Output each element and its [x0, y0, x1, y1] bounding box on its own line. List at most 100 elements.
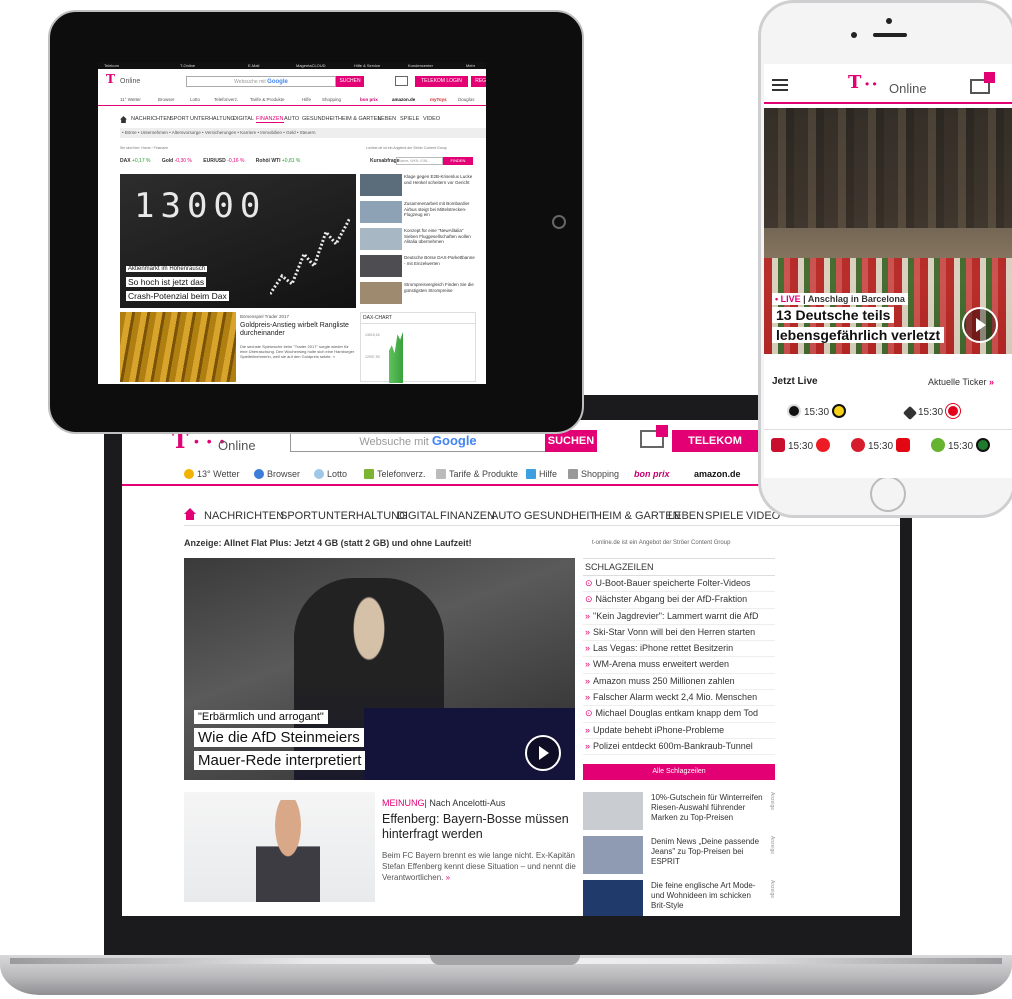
hamburger-menu-icon[interactable] — [772, 79, 788, 91]
headline-item[interactable]: » Falscher Alarm weckt 2,4 Mio. Menschen — [583, 690, 775, 707]
headline-item[interactable]: » Update behebt iPhone-Probleme — [583, 723, 775, 739]
nav-digital[interactable]: DIGITAL — [397, 510, 439, 522]
ticker-item[interactable]: DAX +0,17 % — [120, 158, 150, 164]
service-tarife[interactable]: Tarife & Produkte — [436, 469, 518, 479]
nav-auto[interactable]: AUTO — [491, 510, 521, 522]
nav-spiele[interactable]: SPIELE — [400, 116, 419, 122]
topbar-link[interactable]: Mehr — [466, 62, 475, 69]
service-hilfe[interactable]: Hilfe — [526, 469, 557, 479]
ticker-item[interactable]: EUR/USD -0,16 % — [203, 158, 244, 164]
service-hilfe[interactable]: Hilfe — [302, 97, 311, 102]
home-icon[interactable] — [184, 508, 196, 520]
amazon-link[interactable]: amazon.de — [392, 97, 415, 102]
promo-tchibo[interactable]: Die feine englische Art Mode- und Wohnid… — [583, 880, 775, 916]
headline-item[interactable]: ⊙ U-Boot-Bauer speicherte Folter-Videos — [583, 576, 775, 593]
nav-spiele[interactable]: SPIELE — [705, 510, 744, 522]
mail-icon[interactable] — [395, 76, 408, 86]
service-lotto[interactable]: Lotto — [314, 469, 347, 479]
hero-teaser[interactable]: "Erbärmlich und arrogant" Wie die AfD St… — [184, 558, 575, 780]
hero-teaser[interactable]: 13000 Aktienmarkt im Höhenrausch So hoch… — [120, 174, 356, 308]
search-button[interactable]: SUCHEN — [336, 76, 364, 87]
telekom-logo[interactable]: T — [106, 72, 115, 86]
all-headlines-button[interactable]: Alle Schlagzeilen — [583, 764, 775, 780]
kursabfrage-input[interactable]: Name, WKN, ISIN... — [396, 157, 443, 165]
headline-item[interactable]: » Ski-Star Vonn will bei den Herren start… — [583, 625, 775, 642]
topbar-link[interactable]: Hilfe & Service — [354, 62, 380, 69]
match-item[interactable]: 15:30 — [902, 404, 963, 421]
nav-finanzen[interactable]: FINANZEN — [256, 116, 284, 123]
play-icon[interactable] — [525, 735, 561, 771]
telekom-login-button[interactable]: TELEKOM LOGIN — [415, 76, 468, 87]
douglas-link[interactable]: Douglas — [458, 97, 475, 102]
play-icon[interactable] — [962, 307, 998, 343]
service-lotto[interactable]: Lotto — [190, 97, 200, 102]
nav-gesundheit[interactable]: GESUNDHEIT — [524, 510, 596, 522]
nav-heim-garten[interactable]: HEIM & GARTEN — [338, 116, 381, 122]
service-tarife[interactable]: Tarife & Produkte — [250, 97, 285, 102]
side-news-item[interactable]: Konzept für eine "NewAlitalia" Sieben Fl… — [360, 228, 476, 252]
mytoys-link[interactable]: myToys — [430, 97, 447, 102]
nav-gesundheit[interactable]: GESUNDHEIT — [302, 116, 338, 122]
gold-article-image[interactable] — [120, 312, 236, 382]
register-button[interactable]: REGISTRIEREN — [471, 76, 486, 87]
gold-article-title[interactable]: Goldpreis-Anstieg wirbelt Rangliste durc… — [240, 322, 356, 338]
article-more-icon[interactable]: » — [446, 873, 450, 882]
nav-unterhaltung[interactable]: UNTERHALTUNG — [190, 116, 235, 122]
amazon-link[interactable]: amazon.de — [694, 469, 741, 479]
nav-leben[interactable]: LEBEN — [378, 116, 396, 122]
topbar-link[interactable]: Kundencenter — [408, 62, 433, 69]
bonprix-link[interactable]: bon prix — [634, 469, 670, 479]
service-shopping[interactable]: Shopping — [322, 97, 341, 102]
nav-digital[interactable]: DIGITAL — [233, 116, 254, 122]
headline-item[interactable]: ⊙ Michael Douglas entkam knapp dem Tod — [583, 706, 775, 723]
headline-item[interactable]: ⊙ Nächster Abgang bei der AfD-Fraktion — [583, 592, 775, 609]
side-news-item[interactable]: Strompreisvergleich Finden Sie die günst… — [360, 282, 476, 306]
headline-item[interactable]: » Las Vegas: iPhone rettet Besitzerin — [583, 641, 775, 658]
match-item[interactable]: 15:30 — [784, 404, 849, 418]
phone-home-button[interactable] — [870, 476, 906, 512]
headline-item[interactable]: » WM-Arena muss erweitert werden — [583, 657, 775, 674]
article-title[interactable]: Effenberg: Bayern-Bosse müssen hinterfra… — [382, 812, 576, 842]
promo-esprit[interactable]: Denim News „Deine passende Jeans" zu Top… — [583, 836, 775, 874]
match-item[interactable]: 15:30 — [928, 438, 993, 452]
side-news-item[interactable]: Deutsche Börse DAX-Parkettbanne - mit Ei… — [360, 255, 476, 279]
promo-winterreifen[interactable]: 10%-Gutschein für Winterreifen Riesen-Au… — [583, 792, 775, 830]
match-item[interactable]: 15:30 — [848, 438, 913, 452]
service-browser[interactable]: Browser — [158, 97, 175, 102]
service-telefon[interactable]: Telefonverz. — [364, 469, 426, 479]
nav-finanzen[interactable]: FINANZEN — [440, 510, 495, 522]
topbar-link[interactable]: MagentaCLOUD — [296, 62, 326, 69]
dax-chart-widget[interactable]: DAX-CHART 13019,16 12937,93 — [360, 312, 476, 383]
headline-item[interactable]: » Polizei entdeckt 600m-Bankraub-Tunnel — [583, 739, 775, 756]
side-news-item[interactable]: Klage gegen E2B-Krisenlux Lucke und Henk… — [360, 174, 476, 198]
telekom-login-button[interactable]: TELEKOM LOGIN — [672, 430, 758, 469]
ad-text[interactable]: Anzeige: Allnet Flat Plus: Jetzt 4 GB (s… — [184, 538, 472, 548]
nav-leben[interactable]: LEBEN — [668, 510, 704, 522]
breadcrumb[interactable]: Sie sind hier: Home › Finanzen — [120, 146, 168, 150]
service-weather[interactable]: 13° Wetter — [184, 469, 239, 479]
nav-nachrichten[interactable]: NACHRICHTEN — [131, 116, 171, 122]
nav-auto[interactable]: AUTO — [284, 116, 299, 122]
side-news-item[interactable]: Zusammenarbeit mit Bombardier Airbus ste… — [360, 201, 476, 225]
search-input[interactable]: Websuche mit Google — [186, 76, 336, 87]
ticker-link[interactable]: Aktuelle Ticker » — [928, 377, 994, 387]
nav-video[interactable]: VIDEO — [423, 116, 440, 122]
service-telefon[interactable]: Telefonverz. — [214, 97, 238, 102]
home-icon[interactable] — [120, 116, 127, 123]
nav-unterhaltung[interactable]: UNTERHALTUNG — [318, 510, 408, 522]
bonprix-link[interactable]: bon prix — [360, 97, 378, 102]
service-shopping[interactable]: Shopping — [568, 469, 619, 479]
nav-sport[interactable]: SPORT — [280, 510, 318, 522]
match-item[interactable]: 15:30 — [768, 438, 833, 452]
service-browser[interactable]: Browser — [254, 469, 300, 479]
finanzen-subnav[interactable]: • Börse • Unternehmen • Altersvorsorge •… — [120, 128, 486, 138]
headline-item[interactable]: » "Kein Jagdrevier": Lammert warnt die Af… — [583, 609, 775, 625]
nav-nachrichten[interactable]: NACHRICHTEN — [204, 510, 284, 522]
article-image[interactable] — [184, 792, 375, 902]
topbar-link[interactable]: T-Online — [180, 62, 195, 69]
topbar-link[interactable]: E-Mail — [248, 62, 259, 69]
nav-sport[interactable]: SPORT — [170, 116, 189, 122]
topbar-link[interactable]: Telekom — [104, 62, 119, 69]
ticker-item[interactable]: Gold -0,30 % — [162, 158, 192, 164]
service-weather[interactable]: 11° Wetter — [120, 97, 141, 102]
